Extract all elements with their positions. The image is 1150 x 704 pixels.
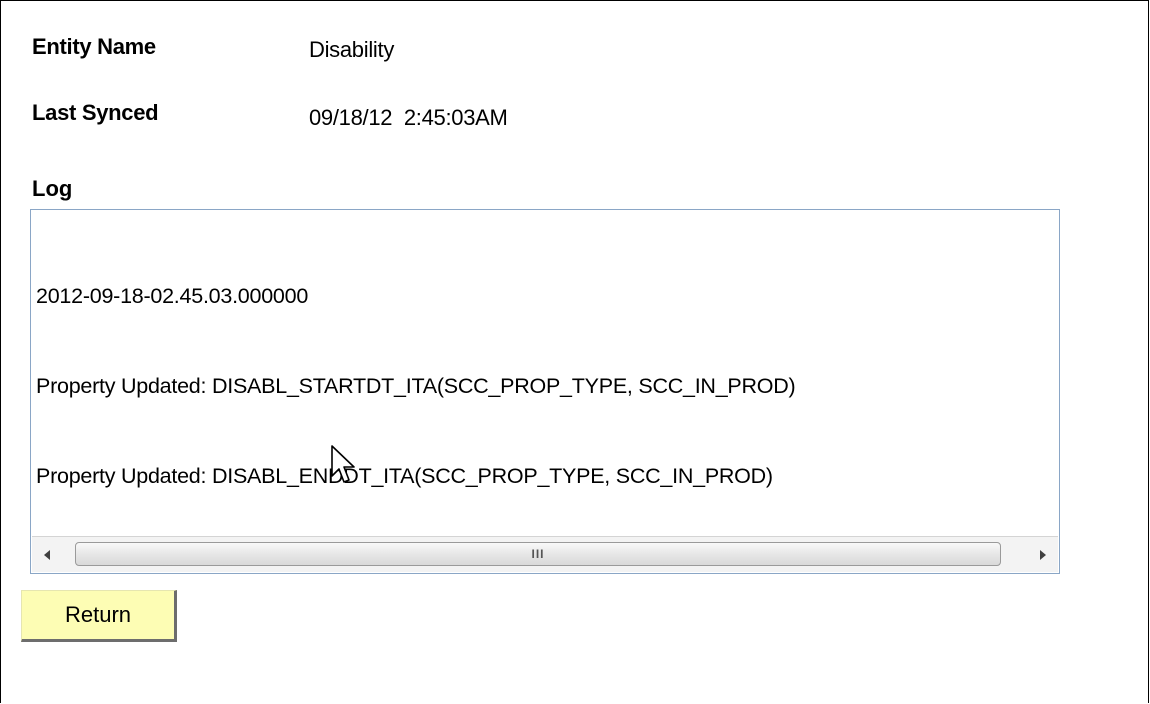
- scroll-grip-icon: III: [531, 547, 545, 561]
- scroll-right-arrow-icon[interactable]: [1028, 537, 1058, 572]
- return-button[interactable]: Return: [21, 590, 177, 642]
- last-synced-label: Last Synced: [32, 100, 159, 125]
- triangle-right-icon: [1040, 549, 1046, 560]
- log-label: Log: [32, 176, 73, 201]
- log-textarea[interactable]: 2012-09-18-02.45.03.000000 Property Upda…: [30, 209, 1060, 574]
- log-content: 2012-09-18-02.45.03.000000 Property Upda…: [36, 221, 1055, 551]
- horizontal-scrollbar[interactable]: III: [32, 536, 1058, 572]
- scroll-left-arrow-icon[interactable]: [32, 537, 62, 572]
- scroll-thumb[interactable]: III: [75, 542, 1001, 566]
- log-line: Property Updated: DISABL_STARTDT_ITA(SCC…: [36, 374, 796, 398]
- mouse-pointer-icon: [331, 445, 355, 483]
- entity-name-value: Disability: [309, 37, 395, 62]
- entity-name-label: Entity Name: [32, 34, 156, 59]
- triangle-left-icon: [44, 549, 50, 560]
- last-synced-value: 09/18/12 2:45:03AM: [309, 105, 508, 130]
- log-line: Property Updated: DISABL_ENDDT_ITA(SCC_P…: [36, 464, 773, 488]
- log-line: 2012-09-18-02.45.03.000000: [36, 284, 309, 308]
